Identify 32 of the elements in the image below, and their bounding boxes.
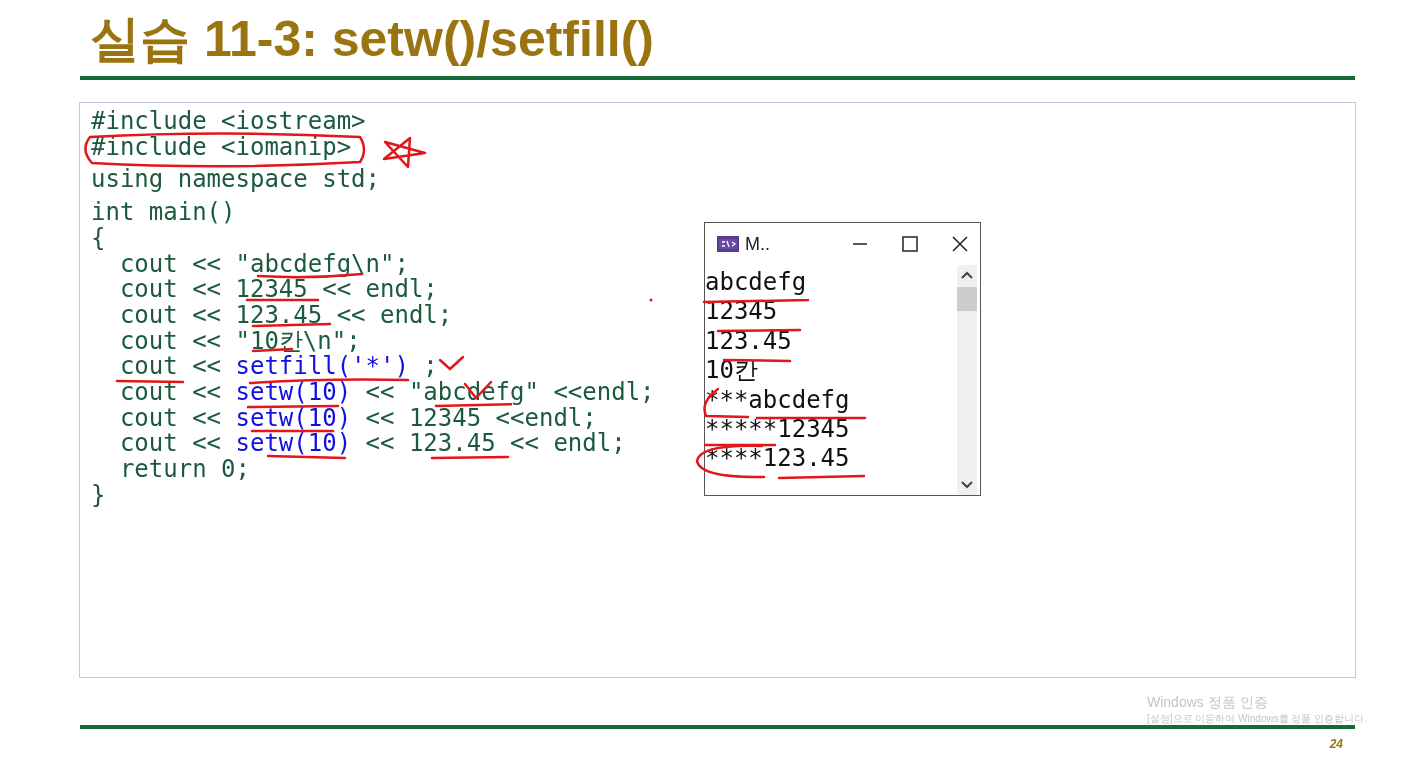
console-output-line: *****12345	[705, 415, 850, 445]
close-icon[interactable]	[952, 236, 968, 252]
code-line: cout << 123.45 << endl;	[118, 302, 453, 329]
page-number: 24	[1328, 737, 1344, 751]
code-line: {	[91, 225, 106, 252]
console-output-line: 10칸	[705, 356, 758, 386]
maximize-icon[interactable]	[902, 236, 918, 252]
console-app-icon	[717, 236, 739, 252]
console-output-line: ****123.45	[705, 444, 850, 474]
scrollbar[interactable]	[957, 265, 977, 495]
code-line: }	[91, 482, 106, 509]
code-line: cout << 12345 << endl;	[118, 277, 438, 303]
code-line: return 0;	[118, 457, 250, 483]
console-output-line: 123.45	[705, 326, 792, 357]
code-line: int main()	[91, 200, 236, 226]
code-line: cout << "abcdefg\n";	[118, 251, 409, 278]
code-line: cout << "10칸\n";	[118, 328, 361, 355]
activation-title: Windows 정품 인증	[1147, 694, 1269, 712]
code-line: cout << setw(10) << 12345 <<endl;	[118, 405, 597, 432]
slide-title: 실습 11-3: setw()/setfill()	[89, 10, 655, 64]
code-line: #include <iomanip>	[91, 134, 352, 161]
scroll-down-icon[interactable]	[961, 481, 973, 489]
scroll-up-icon[interactable]	[961, 271, 973, 279]
code-line: #include <iostream>	[91, 109, 366, 135]
window-title: M..	[745, 233, 771, 255]
code-line: cout << setfill('*') ;	[118, 354, 438, 381]
console-output-line: ***abcdefg	[705, 385, 850, 416]
scroll-thumb[interactable]	[957, 287, 977, 311]
code-line: cout << setw(10) << 123.45 << endl;	[118, 431, 626, 458]
ink-dot	[649, 298, 653, 302]
code-line: using namespace std;	[91, 167, 380, 194]
console-output-line: abcdefg	[705, 268, 807, 298]
